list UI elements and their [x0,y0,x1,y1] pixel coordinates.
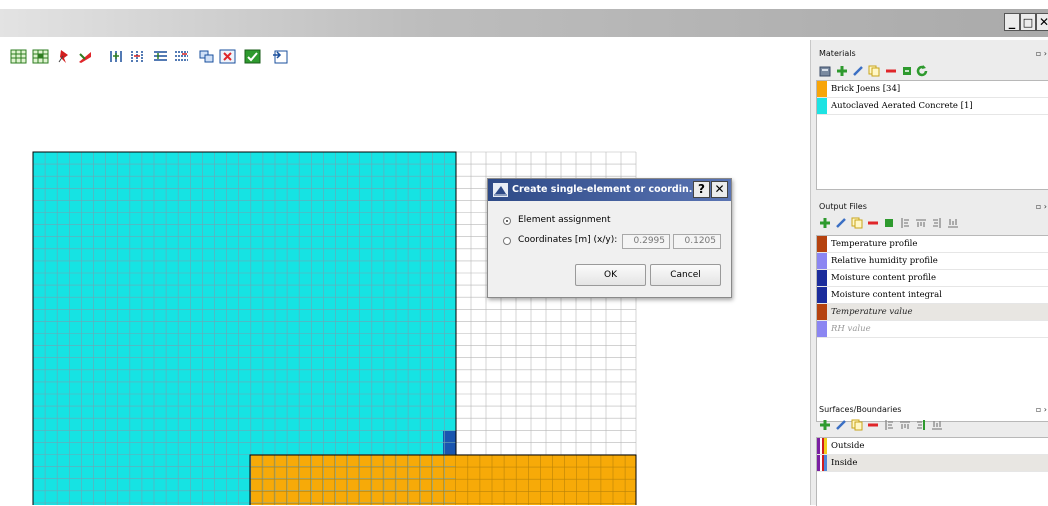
color-swatch [817,321,827,337]
copy-icon[interactable] [851,217,863,229]
check-icon[interactable] [244,49,261,64]
materials-toolbar [819,65,969,79]
align-bottom-icon[interactable] [931,419,943,431]
window-titlebar: _ □ ✕ [0,9,1048,37]
x-coordinate-field[interactable]: 0.2995 [622,234,670,249]
align-left-icon[interactable] [899,217,911,229]
color-swatch [817,253,827,269]
import-icon[interactable] [272,49,289,64]
list-item[interactable]: Autoclaved Aerated Concrete [1] [817,98,1048,115]
materials-list[interactable]: Brick Joens [34] Autoclaved Aerated Conc… [816,80,1048,190]
brick-region[interactable] [250,455,636,505]
align-top-icon[interactable] [899,419,911,431]
remove-icon[interactable] [867,419,879,431]
remove-icon[interactable] [867,217,879,229]
column-remove-icon[interactable] [129,49,146,64]
list-item[interactable]: Moisture content integral [817,287,1048,304]
grid-remove-icon[interactable] [32,49,49,64]
minimize-button[interactable]: _ [1004,13,1020,31]
float-icon[interactable]: ▫ › [1036,49,1047,58]
color-swatch [817,81,827,97]
list-item[interactable]: Relative humidity profile [817,253,1048,270]
color-swatch [817,304,827,320]
row-insert-icon[interactable] [152,49,169,64]
assign-icon[interactable] [883,217,895,229]
list-item[interactable]: Outside [817,438,1048,455]
list-item[interactable]: Inside [817,455,1048,472]
output-toolbar [819,217,989,231]
delete-icon[interactable] [219,49,236,64]
list-item[interactable]: Temperature value [817,304,1048,321]
surfaces-toolbar [819,419,979,433]
element-assignment-radio[interactable] [503,217,511,225]
ok-button[interactable]: OK [575,264,646,286]
create-element-dialog: Create single-element or coordin... ? ✕ … [487,178,732,298]
surfaces-title: Surfaces/Boundaries [819,405,902,414]
edit-icon[interactable] [835,419,847,431]
add-icon[interactable] [836,65,848,77]
database-icon[interactable] [819,65,831,77]
right-dock: Materials ▫ › Brick Joens [34] Autoclave… [810,40,1048,506]
flag-icon[interactable] [77,49,94,64]
color-swatch [817,270,827,286]
copy-icon[interactable] [851,419,863,431]
add-icon[interactable] [819,419,831,431]
coordinates-radio[interactable] [503,237,511,245]
main-toolbar [0,43,805,69]
edit-icon[interactable] [835,217,847,229]
cancel-button[interactable]: Cancel [650,264,721,286]
surfaces-list[interactable]: Outside Inside [816,437,1048,506]
align-right-icon[interactable] [931,217,943,229]
boundary-swatch [817,455,827,471]
color-swatch [817,98,827,114]
assign-right-icon[interactable] [915,419,927,431]
grid-add-icon[interactable] [10,49,27,64]
output-files-title: Output Files [819,202,867,211]
dialog-title: Create single-element or coordin... [512,184,700,195]
boundary-swatch [817,438,827,454]
element-assignment-label: Element assignment [518,215,611,225]
remove-icon[interactable] [885,65,897,77]
edit-icon[interactable] [852,65,864,77]
float-icon[interactable]: ▫ › [1036,405,1047,414]
color-swatch [817,236,827,252]
row-remove-icon[interactable] [173,49,190,64]
align-bottom-icon[interactable] [947,217,959,229]
y-coordinate-field[interactable]: 0.1205 [673,234,721,249]
list-item[interactable]: Brick Joens [34] [817,81,1048,98]
merge-icon[interactable] [198,49,215,64]
list-item[interactable]: Moisture content profile [817,270,1048,287]
list-item[interactable]: Temperature profile [817,236,1048,253]
help-button[interactable]: ? [693,181,710,198]
align-left-icon[interactable] [883,419,895,431]
align-top-icon[interactable] [915,217,927,229]
copy-icon[interactable] [868,65,880,77]
output-files-list[interactable]: Temperature profile Relative humidity pr… [816,235,1048,422]
close-window-button[interactable]: ✕ [1036,13,1048,31]
app-icon [493,183,508,197]
float-icon[interactable]: ▫ › [1036,202,1047,211]
list-item[interactable]: RH value [817,321,1048,338]
refresh-icon[interactable] [916,65,928,77]
add-icon[interactable] [819,217,831,229]
coordinates-label: Coordinates [m] (x/y): [518,235,618,245]
maximize-button[interactable]: □ [1020,13,1036,31]
aerated-concrete-region[interactable] [33,152,456,505]
materials-title: Materials [819,49,856,58]
pin-icon[interactable] [56,49,73,64]
color-swatch [817,287,827,303]
column-insert-icon[interactable] [108,49,125,64]
dialog-titlebar[interactable]: Create single-element or coordin... ? ✕ [488,179,731,201]
assign-icon[interactable] [901,65,913,77]
dialog-close-button[interactable]: ✕ [711,181,728,198]
selected-element[interactable] [443,431,456,455]
